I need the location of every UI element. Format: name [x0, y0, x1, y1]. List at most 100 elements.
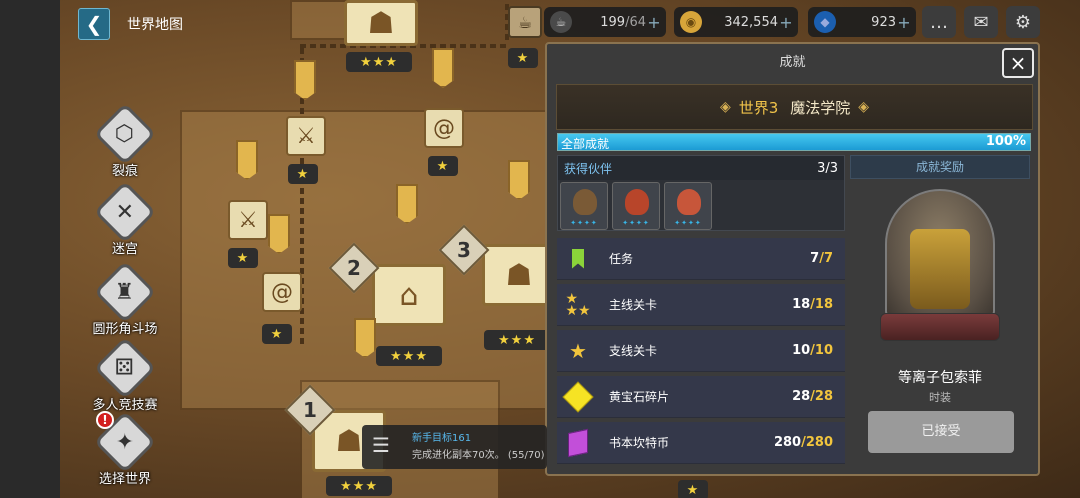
menu-maze[interactable]: ✕ 迷宫: [70, 180, 180, 257]
diamond-ornament-icon: ◈: [858, 99, 870, 115]
quest-tracker[interactable]: ☰ 新手目标161 完成进化副本70次。 (55/70): [362, 425, 547, 469]
partners-section: 获得伙伴 3/3 ✦✦✦✦ ✦✦✦✦ ✦✦✦✦: [557, 155, 845, 231]
crossed-axes-icon: ✕: [93, 180, 157, 244]
progress-fill: [558, 134, 1030, 150]
gear-icon: ⚙: [1014, 11, 1032, 33]
achievement-value: 18/18: [792, 297, 833, 312]
stage-art-icon: ☗: [367, 5, 395, 41]
purple-book-icon: [559, 424, 597, 462]
achievement-value: 10/10: [792, 343, 833, 358]
reward-type: 时装: [929, 391, 951, 404]
partner-avatar: [625, 189, 649, 215]
settings-button[interactable]: ⚙: [1006, 6, 1040, 38]
partner-rank: ✦✦✦✦: [622, 219, 650, 227]
yellow-gem-icon: [559, 378, 597, 416]
add-gem-button[interactable]: +: [896, 13, 912, 32]
close-button[interactable]: ×: [1002, 48, 1034, 78]
page-title: 世界地图: [127, 17, 183, 33]
diamond-ornament-icon: ◈: [719, 99, 731, 115]
coffee-icon: ☕: [517, 12, 533, 32]
colosseum-icon: ♜: [93, 260, 157, 324]
menu-rift[interactable]: ⬡ 裂痕: [70, 102, 180, 179]
notification-badge: !: [96, 411, 114, 429]
world-banner: ◈ 世界3 魔法学院 ◈: [556, 84, 1033, 130]
achievement-row-quest: 任务 7/7: [557, 238, 845, 280]
mail-icon: ✉: [973, 11, 989, 33]
world-number: 世界3: [738, 98, 779, 117]
gem-icon: ◆: [814, 11, 836, 33]
partner-card[interactable]: ✦✦✦✦: [664, 182, 712, 230]
total-progress-bar: 全部成就 100%: [557, 133, 1031, 151]
sword-icon: ⚔: [296, 123, 316, 149]
progress-percent: 100%: [985, 134, 1026, 149]
stamina-counter[interactable]: ☕ 199/64 +: [544, 7, 666, 37]
spiral-icon: @: [271, 279, 293, 305]
stage-art-icon: ☗: [335, 423, 363, 459]
map-node-sword[interactable]: ⚔: [228, 200, 268, 240]
rift-icon: ⬡: [93, 102, 157, 166]
achievement-name: 支线关卡: [609, 344, 658, 358]
stage-star-badge: ★: [262, 324, 292, 344]
reward-header: 成就奖励: [850, 155, 1030, 179]
achievement-row-gem-fragment: 黄宝石碎片 28/28: [557, 376, 845, 418]
stage-star-badge: ★: [228, 248, 258, 268]
stage-star-badge: ★: [288, 164, 318, 184]
achievement-value: 7/7: [810, 251, 833, 266]
reward-name: 等离子包索菲: [898, 370, 982, 386]
flag-marker: [508, 160, 530, 200]
flag-marker: [268, 214, 290, 254]
menu-select-world-label: 选择世界: [98, 472, 151, 487]
achievement-row-book-coin: 书本坎特币 280/280: [557, 422, 845, 464]
close-icon: ×: [1009, 51, 1027, 75]
left-edge: [0, 0, 60, 498]
partner-card[interactable]: ✦✦✦✦: [612, 182, 660, 230]
hamburger-icon[interactable]: ☰: [372, 435, 398, 457]
add-gold-button[interactable]: +: [778, 13, 794, 32]
menu-multiplayer-label: 多人竞技赛: [92, 398, 158, 413]
claimed-button[interactable]: 已接受: [868, 411, 1014, 453]
costume-figure: [910, 229, 970, 309]
achievement-row-main-stage: ★ ★★ 主线关卡 18/18: [557, 284, 845, 326]
coffee-cup-icon: ☕: [550, 11, 572, 33]
partners-count: 3/3: [817, 160, 838, 176]
quest-title: 新手目标161: [412, 433, 472, 444]
add-stamina-button[interactable]: +: [646, 13, 662, 32]
achievement-value: 28/28: [792, 389, 833, 404]
sword-icon: ⚔: [238, 207, 258, 233]
gold-counter[interactable]: ◉ 342,554 +: [674, 7, 798, 37]
achievement-panel: 成就 × ◈ 世界3 魔法学院 ◈ 全部成就 100% 获得伙伴 3/3 ✦✦✦…: [545, 42, 1040, 476]
mail-button[interactable]: ✉: [964, 6, 998, 38]
achievement-name: 黄宝石碎片: [609, 390, 670, 404]
world-name: 魔法学院: [790, 98, 851, 117]
flag-marker: [294, 60, 316, 100]
dice-icon: ⚄: [93, 336, 157, 400]
gem-counter[interactable]: ◆ 923 +: [808, 7, 916, 37]
achievement-name: 主线关卡: [609, 298, 658, 312]
stamina-shop-button[interactable]: ☕: [508, 6, 542, 38]
reward-display-dome: [880, 189, 1000, 349]
menu-rift-label: 裂痕: [111, 164, 138, 179]
chat-icon: …: [930, 11, 948, 33]
menu-select-world[interactable]: ✦ 选择世界: [70, 410, 180, 487]
stage-star-badge: ★★★: [326, 476, 392, 496]
back-button[interactable]: ❮: [78, 8, 110, 40]
map-node-sword[interactable]: ⚔: [286, 116, 326, 156]
quest-description: 完成进化副本70次。 (55/70): [412, 450, 544, 461]
achievement-name: 任务: [609, 252, 634, 266]
map-stage-2[interactable]: ⌂: [372, 264, 446, 326]
menu-colosseum[interactable]: ♜ 圆形角斗场: [70, 260, 180, 337]
map-node-spiral[interactable]: @: [262, 272, 302, 312]
gold-coin-icon: ◉: [680, 11, 702, 33]
partner-card[interactable]: ✦✦✦✦: [560, 182, 608, 230]
spiral-icon: @: [433, 115, 455, 141]
menu-multiplayer[interactable]: ⚄ 多人竞技赛: [70, 336, 180, 413]
menu-maze-label: 迷宫: [111, 242, 138, 257]
map-node-spiral[interactable]: @: [424, 108, 464, 148]
map-stage[interactable]: ☗: [344, 0, 418, 46]
flag-marker: [396, 184, 418, 224]
partners-label: 获得伙伴: [564, 161, 613, 176]
progress-label: 全部成就: [561, 137, 610, 151]
stamina-value: 199/64: [600, 14, 646, 30]
gold-value: 342,554: [724, 14, 778, 30]
chat-button[interactable]: …: [922, 6, 956, 38]
